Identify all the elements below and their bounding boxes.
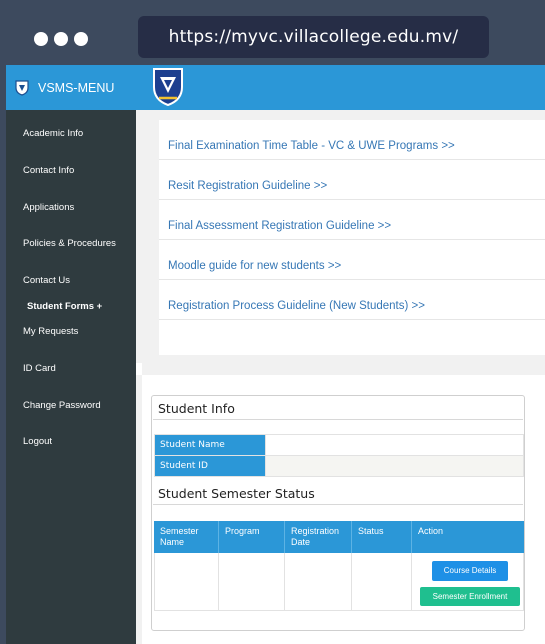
table-row: Student Name <box>154 434 524 456</box>
table-cell <box>219 553 285 611</box>
divider <box>136 363 142 375</box>
student-info-panel: Student Info Student Name Student ID Stu… <box>151 395 525 631</box>
college-logo[interactable] <box>150 67 186 107</box>
student-name-value <box>265 434 524 456</box>
web-page: VSMS-MENU Academic Info Contact Info App… <box>6 65 545 644</box>
course-details-button[interactable]: Course Details <box>432 561 508 581</box>
table-cell <box>154 553 219 611</box>
main-content: Final Examination Time Table - VC & UWE … <box>136 110 545 644</box>
link-final-exam-timetable[interactable]: Final Examination Time Table - VC & UWE … <box>168 140 455 152</box>
link-registration-process[interactable]: Registration Process Guideline (New Stud… <box>168 300 425 312</box>
link-moodle-guide[interactable]: Moodle guide for new students >> <box>168 260 341 272</box>
column-header-action: Action <box>418 526 444 536</box>
link-row: Moodle guide for new students >> <box>159 240 545 280</box>
semester-enrollment-button[interactable]: Semester Enrollment <box>420 587 520 606</box>
column-header-status: Status <box>352 521 412 553</box>
sidebar-item-applications[interactable]: Applications <box>23 202 74 213</box>
sidebar-item-academic-info[interactable]: Academic Info <box>23 128 83 139</box>
link-row: Final Examination Time Table - VC & UWE … <box>159 120 545 160</box>
url-bar[interactable]: https://myvc.villacollege.edu.mv/ <box>138 16 489 58</box>
student-name-label: Student Name <box>154 434 266 456</box>
link-row: Registration Process Guideline (New Stud… <box>159 280 545 320</box>
menu-title: VSMS-MENU <box>38 80 115 95</box>
table-cell <box>352 553 412 611</box>
sidebar-item-student-forms[interactable]: Student Forms + <box>27 301 102 312</box>
link-resit-registration[interactable]: Resit Registration Guideline >> <box>168 180 327 192</box>
browser-chrome: https://myvc.villacollege.edu.mv/ <box>0 0 545 65</box>
window-dot-minimize[interactable] <box>54 32 68 46</box>
student-info-card: Student Info Student Name Student ID Stu… <box>142 375 545 644</box>
sidebar-item-contact-info[interactable]: Contact Info <box>23 165 74 176</box>
column-header-program: Program <box>219 521 285 553</box>
top-header: VSMS-MENU <box>6 65 545 110</box>
sidebar-item-contact-us[interactable]: Contact Us <box>23 275 70 286</box>
sidebar-menu: Academic Info Contact Info Applications … <box>6 110 136 644</box>
link-row: Resit Registration Guideline >> <box>159 160 545 200</box>
column-header-registration-date: Registration Date <box>285 521 352 553</box>
link-final-assessment-registration[interactable]: Final Assessment Registration Guideline … <box>168 220 391 232</box>
menu-header[interactable]: VSMS-MENU <box>6 65 136 110</box>
sidebar-item-my-requests[interactable]: My Requests <box>23 326 78 337</box>
semester-table-header: Semester Name Program Registration Date … <box>154 521 524 553</box>
student-info-title: Student Info <box>158 401 235 416</box>
column-header-semester-name: Semester Name <box>154 521 219 553</box>
student-info-table: Student Name Student ID <box>154 434 524 477</box>
header-bar <box>136 65 545 110</box>
semester-status-title: Student Semester Status <box>158 486 315 501</box>
link-row: Final Assessment Registration Guideline … <box>159 200 545 240</box>
student-id-value <box>265 455 524 477</box>
sidebar-item-change-password[interactable]: Change Password <box>23 400 101 411</box>
sidebar-item-policies[interactable]: Policies & Procedures <box>23 238 116 249</box>
divider <box>153 419 523 420</box>
table-cell <box>285 553 352 611</box>
table-row: Student ID <box>154 455 524 477</box>
sidebar-item-logout[interactable]: Logout <box>23 436 52 447</box>
window-controls <box>34 32 88 46</box>
shield-icon <box>15 79 29 96</box>
window-dot-maximize[interactable] <box>74 32 88 46</box>
student-id-label: Student ID <box>154 455 266 477</box>
window-dot-close[interactable] <box>34 32 48 46</box>
sidebar-item-id-card[interactable]: ID Card <box>23 363 56 374</box>
guidelines-card: Final Examination Time Table - VC & UWE … <box>159 120 545 355</box>
divider <box>153 504 523 505</box>
